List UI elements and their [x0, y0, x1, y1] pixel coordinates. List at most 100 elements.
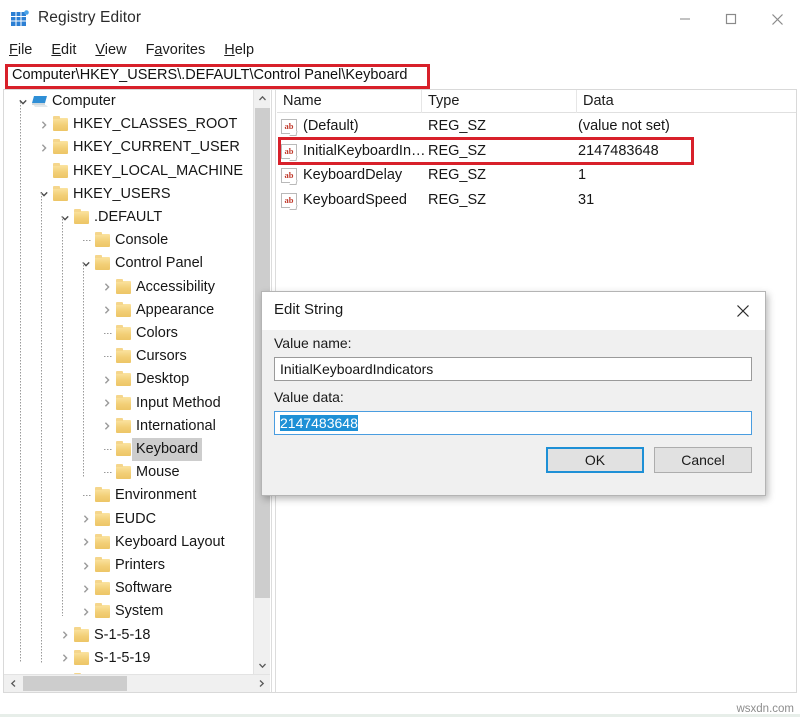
tree-item-label: Software [115, 577, 172, 600]
chevron-right-icon[interactable] [100, 415, 114, 438]
string-value-icon: ab [281, 193, 297, 208]
value-name-cell: (Default) [303, 115, 359, 138]
chevron-right-icon[interactable] [37, 136, 51, 159]
chevron-right-icon[interactable] [100, 299, 114, 322]
title-bar: Registry Editor [0, 0, 800, 38]
chevron-right-icon[interactable] [79, 508, 93, 531]
menu-favorites[interactable]: Favorites [146, 42, 206, 58]
tree-connector [83, 495, 92, 496]
value-name-cell: KeyboardSpeed [303, 189, 407, 212]
value-name-input[interactable]: InitialKeyboardIndicators [274, 357, 752, 381]
chevron-right-icon[interactable] [79, 600, 93, 623]
value-type-cell: REG_SZ [428, 115, 486, 138]
menu-help[interactable]: Help [224, 42, 254, 58]
tree-item-label: Accessibility [136, 276, 215, 299]
scroll-down-icon[interactable] [254, 657, 270, 674]
folder-icon [74, 211, 89, 225]
cancel-button[interactable]: Cancel [654, 447, 752, 473]
registry-tree[interactable]: ComputerHKEY_CLASSES_ROOTHKEY_CURRENT_US… [4, 90, 253, 674]
tree-item-label: Desktop [136, 368, 189, 391]
string-value-icon: ab [281, 168, 297, 183]
value-data-cell: 1 [578, 164, 586, 187]
ok-button[interactable]: OK [546, 447, 644, 473]
tree-connector [104, 356, 113, 357]
value-row[interactable]: abKeyboardDelayREG_SZ1 [277, 164, 796, 187]
close-icon[interactable] [754, 0, 800, 38]
maximize-icon[interactable] [708, 0, 754, 38]
tree-item-label: Keyboard [132, 438, 202, 461]
tree-horizontal-scrollbar[interactable] [4, 674, 270, 692]
chevron-down-icon[interactable] [37, 183, 51, 206]
tree-item-label: S-1-5-18 [94, 624, 150, 647]
tree-item-hkey-local-machine[interactable]: HKEY_LOCAL_MACHINE [4, 160, 253, 183]
column-header-data[interactable]: Data [577, 90, 796, 113]
address-bar[interactable]: Computer\HKEY_USERS\.DEFAULT\Control Pan… [5, 64, 430, 89]
chevron-right-icon[interactable] [37, 113, 51, 136]
scroll-up-icon[interactable] [254, 90, 270, 107]
tree-guide-line [20, 102, 21, 662]
window-controls [662, 0, 800, 38]
string-value-icon: ab [281, 144, 297, 159]
chevron-right-icon[interactable] [58, 647, 72, 670]
tree-item-label: International [136, 415, 216, 438]
folder-icon [116, 373, 131, 387]
value-data-cell: 2147483648 [578, 140, 659, 163]
tree-item-label: Keyboard Layout [115, 531, 225, 554]
chevron-right-icon[interactable] [79, 531, 93, 554]
chevron-right-icon[interactable] [79, 554, 93, 577]
folder-icon [116, 350, 131, 364]
chevron-down-icon[interactable] [16, 90, 30, 113]
value-data-input[interactable]: 2147483648 [274, 411, 752, 435]
tree-item-label: HKEY_CLASSES_ROOT [73, 113, 237, 136]
tree-guide-line [62, 216, 63, 616]
string-value-icon: ab [281, 119, 297, 134]
dialog-close-icon[interactable] [721, 292, 765, 330]
tree-item-label: Appearance [136, 299, 214, 322]
registry-tree-pane[interactable]: ComputerHKEY_CLASSES_ROOTHKEY_CURRENT_US… [4, 90, 270, 692]
minimize-icon[interactable] [662, 0, 708, 38]
menu-file[interactable]: File [9, 42, 32, 58]
tree-item-label: System [115, 600, 163, 623]
tree-item-label: EUDC [115, 508, 156, 531]
value-row[interactable]: ab InitialKeyboardIn…REG_SZ 2147483648 [277, 140, 796, 163]
value-data-cell: (value not set) [578, 115, 670, 138]
tree-hscroll-thumb[interactable] [23, 676, 127, 691]
registry-editor-window: Registry Editor File Edit View Favorites… [0, 0, 800, 717]
value-row[interactable]: ab (Default) REG_SZ (value not set) [277, 115, 796, 138]
folder-icon [95, 489, 110, 503]
value-row[interactable]: abKeyboardSpeedREG_SZ31 [277, 189, 796, 212]
value-type-cell: REG_SZ [428, 140, 486, 163]
folder-icon [116, 304, 131, 318]
column-header-name[interactable]: Name [277, 90, 422, 113]
value-data-cell: 31 [578, 189, 594, 212]
scroll-right-icon[interactable] [252, 675, 270, 692]
dialog-title: Edit String [274, 301, 343, 318]
values-header: Name Type Data [277, 90, 796, 113]
value-name-cell: InitialKeyboardIn… [303, 140, 426, 163]
tree-item-computer[interactable]: Computer [4, 90, 253, 113]
folder-icon [116, 397, 131, 411]
chevron-right-icon[interactable] [100, 368, 114, 391]
chevron-right-icon[interactable] [79, 577, 93, 600]
column-header-type[interactable]: Type [422, 90, 577, 113]
watermark: wsxdn.com [736, 703, 794, 715]
menu-edit[interactable]: Edit [51, 42, 76, 58]
folder-icon [95, 582, 110, 596]
chevron-right-icon[interactable] [58, 624, 72, 647]
tree-item-label: Colors [136, 322, 178, 345]
scroll-left-icon[interactable] [4, 675, 22, 692]
chevron-right-icon[interactable] [100, 276, 114, 299]
chevron-down-icon[interactable] [79, 252, 93, 275]
value-name-cell: KeyboardDelay [303, 164, 402, 187]
folder-icon [53, 141, 68, 155]
tree-item-label: HKEY_USERS [73, 183, 171, 206]
menu-view[interactable]: View [95, 42, 126, 58]
chevron-down-icon[interactable] [58, 206, 72, 229]
tree-item-hkey-classes-root[interactable]: HKEY_CLASSES_ROOT [4, 113, 253, 136]
tree-item-label: Control Panel [115, 252, 203, 275]
tree-item-hkey-current-user[interactable]: HKEY_CURRENT_USER [4, 136, 253, 159]
tree-item-label: Console [115, 229, 168, 252]
dialog-body: Value name: InitialKeyboardIndicators Va… [262, 330, 765, 495]
folder-icon [53, 165, 68, 179]
chevron-right-icon[interactable] [100, 392, 114, 415]
